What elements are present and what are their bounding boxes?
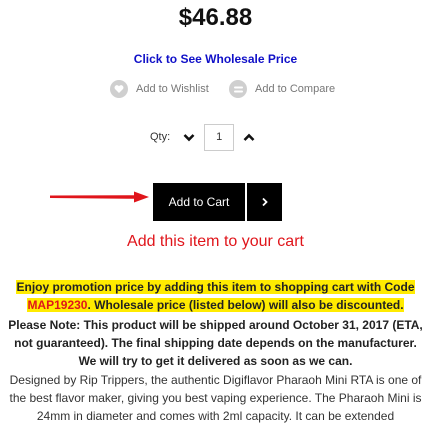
add-to-cart-button[interactable]: Add to Cart <box>153 183 245 221</box>
add-to-cart-hint: Add this item to your cart <box>127 233 304 250</box>
compare-icon <box>229 80 247 98</box>
wishlist-label: Add to Wishlist <box>136 83 209 95</box>
quantity-label: Qty: <box>150 131 171 143</box>
wholesale-price-link[interactable]: Click to See Wholesale Price <box>0 52 431 66</box>
compare-label: Add to Compare <box>255 83 336 95</box>
chevron-down-icon <box>183 133 195 141</box>
promo-text-2: . Wholesale price (listed below) will al… <box>87 298 404 312</box>
product-price: $46.88 <box>178 4 253 31</box>
shipping-note: Please Note: This product will be shippe… <box>8 318 423 368</box>
chevron-up-icon <box>243 133 255 141</box>
quantity-increase-button[interactable] <box>240 128 258 146</box>
promo-text-1: Enjoy promotion price by adding this ite… <box>16 280 415 294</box>
add-to-wishlist-button[interactable]: Add to Wishlist <box>110 80 209 98</box>
add-to-compare-button[interactable]: Add to Compare <box>229 80 335 98</box>
product-actions: Add to Wishlist Add to Compare <box>0 80 431 100</box>
cart-next-button[interactable] <box>247 183 282 221</box>
red-arrow-icon <box>50 191 149 203</box>
quantity-decrease-button[interactable] <box>180 128 198 146</box>
quantity-selector: Qty: <box>150 123 258 151</box>
add-to-cart-label: Add to Cart <box>168 195 230 209</box>
chevron-right-icon <box>261 197 268 207</box>
product-description: Designed by Rip Trippers, the authentic … <box>9 373 422 423</box>
quantity-input[interactable] <box>204 123 235 151</box>
promotion-notice: Enjoy promotion price by adding this ite… <box>8 278 423 314</box>
promo-code: MAP19230 <box>27 298 88 312</box>
heart-icon <box>110 80 128 98</box>
